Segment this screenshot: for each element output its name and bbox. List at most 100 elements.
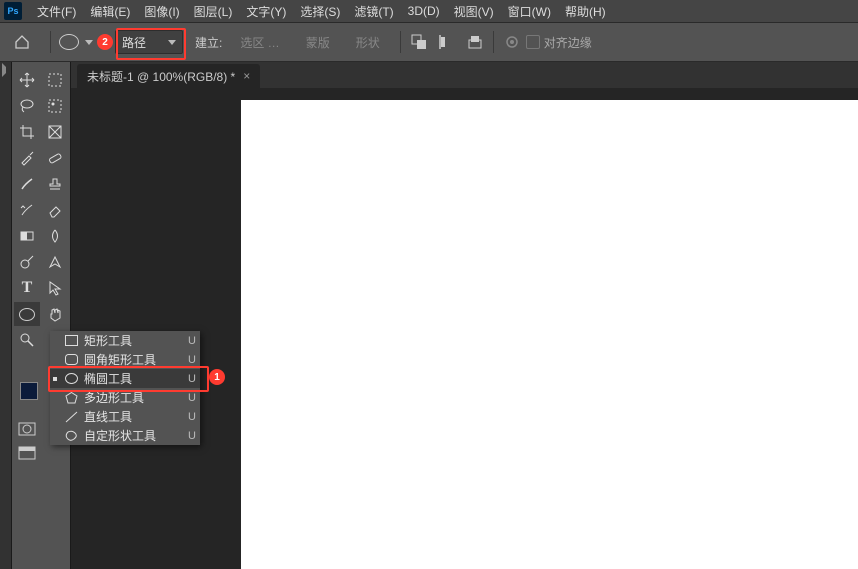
flyout-label: 直线工具 [84, 408, 184, 425]
make-selection-button[interactable]: 选区 … [230, 31, 289, 54]
pen-tool[interactable] [42, 250, 68, 274]
hand-tool[interactable] [42, 302, 68, 326]
document-tab-bar: 未标题-1 @ 100%(RGB/8) * × [71, 62, 858, 88]
flyout-label: 自定形状工具 [84, 427, 184, 444]
frame-icon [47, 124, 63, 140]
tool-preset[interactable] [55, 34, 83, 50]
path-select-tool[interactable] [42, 276, 68, 300]
menu-window[interactable]: 窗口(W) [501, 3, 558, 20]
flyout-shortcut: U [184, 392, 200, 404]
crop-icon [19, 124, 35, 140]
annotation-box-1 [48, 366, 209, 392]
move-tool[interactable] [14, 68, 40, 92]
screenmode-button[interactable] [18, 446, 36, 460]
fg-color[interactable] [20, 382, 38, 400]
quickmask-button[interactable] [18, 422, 36, 436]
annotation-badge-2: 2 [97, 34, 113, 50]
gradient-tool[interactable] [14, 224, 40, 248]
eyedropper-tool[interactable] [14, 146, 40, 170]
flyout-shortcut: U [184, 411, 200, 423]
arrange-icon [467, 34, 483, 50]
panel-collapse-strip[interactable] [0, 62, 12, 569]
overlap-icon [411, 34, 427, 50]
crop-tool[interactable] [14, 120, 40, 144]
separator [400, 31, 401, 53]
gradient-icon [19, 228, 35, 244]
menu-edit[interactable]: 编辑(E) [83, 3, 137, 20]
quickmask-icon [18, 422, 36, 436]
type-tool[interactable]: T [14, 276, 40, 300]
stamp-icon [47, 176, 63, 192]
brush-tool[interactable] [14, 172, 40, 196]
canvas[interactable] [241, 100, 858, 569]
arrow-icon [48, 280, 62, 296]
home-button[interactable] [10, 30, 34, 54]
path-align-button[interactable] [438, 33, 456, 51]
close-icon[interactable]: × [243, 69, 250, 83]
frame-tool[interactable] [42, 120, 68, 144]
path-arrange-button[interactable] [466, 33, 484, 51]
home-icon [14, 34, 30, 50]
annotation-box-2 [116, 28, 186, 60]
flyout-shortcut: U [184, 335, 200, 347]
menu-layer[interactable]: 图层(L) [187, 3, 240, 20]
ellipse-icon [19, 308, 35, 321]
menu-filter[interactable]: 滤镜(T) [347, 3, 400, 20]
pen-icon [47, 254, 63, 270]
drop-icon [47, 228, 63, 244]
app-logo: Ps [4, 2, 22, 20]
canvas-viewport[interactable] [71, 88, 858, 569]
lasso-icon [19, 98, 35, 114]
flyout-shortcut: U [184, 430, 200, 442]
flyout-label: 矩形工具 [84, 332, 184, 349]
eraser-icon [47, 202, 63, 218]
menu-type[interactable]: 文字(Y) [239, 3, 293, 20]
flyout-custom-shape[interactable]: 自定形状工具 U [50, 426, 200, 445]
color-swatches[interactable] [20, 382, 42, 404]
lasso-tool[interactable] [14, 94, 40, 118]
menu-image[interactable]: 图像(I) [137, 3, 186, 20]
document-title: 未标题-1 @ 100%(RGB/8) * [87, 68, 235, 85]
gear-button[interactable] [503, 33, 521, 51]
brush-icon [19, 176, 35, 192]
dodge-tool[interactable] [14, 250, 40, 274]
zoom-tool[interactable] [14, 328, 40, 352]
align-edges-label: 对齐边缘 [544, 34, 592, 51]
make-mask-button[interactable]: 蒙版 [296, 31, 340, 54]
separator [493, 31, 494, 53]
menu-3d[interactable]: 3D(D) [401, 4, 447, 18]
rounded-rect-icon [64, 353, 78, 367]
dodge-icon [19, 254, 35, 270]
separator [50, 31, 51, 53]
annotation-badge-1: 1 [209, 369, 225, 385]
menu-bar: Ps 文件(F) 编辑(E) 图像(I) 图层(L) 文字(Y) 选择(S) 滤… [0, 0, 858, 22]
menu-help[interactable]: 帮助(H) [558, 3, 613, 20]
establish-label: 建立: [195, 34, 222, 51]
menu-file[interactable]: 文件(F) [30, 3, 83, 20]
screen-icon [18, 446, 36, 460]
quick-select-tool[interactable] [42, 94, 68, 118]
align-edges-checkbox[interactable] [526, 35, 540, 49]
make-shape-button[interactable]: 形状 [346, 31, 390, 54]
path-ops-button[interactable] [410, 33, 428, 51]
eraser-tool[interactable] [42, 198, 68, 222]
stamp-tool[interactable] [42, 172, 68, 196]
custom-shape-icon [64, 429, 78, 443]
workspace: T ⋯ 矩形工具 U 圆角矩形工具 U 椭圆工具 U [0, 62, 858, 569]
menu-select[interactable]: 选择(S) [293, 3, 347, 20]
toolbar: T ⋯ 矩形工具 U 圆角矩形工具 U 椭圆工具 U [12, 62, 71, 569]
blur-tool[interactable] [42, 224, 68, 248]
history-brush-tool[interactable] [14, 198, 40, 222]
menu-view[interactable]: 视图(V) [447, 3, 501, 20]
options-bar: 2 路径 建立: 选区 … 蒙版 形状 对齐边缘 [0, 22, 858, 62]
tool-preset-chev[interactable] [83, 40, 95, 45]
flyout-rectangle[interactable]: 矩形工具 U [50, 331, 200, 350]
shape-tool[interactable] [14, 302, 40, 326]
flyout-line[interactable]: 直线工具 U [50, 407, 200, 426]
zoom-icon [19, 332, 35, 348]
heal-tool[interactable] [42, 146, 68, 170]
marquee-tool[interactable] [42, 68, 68, 92]
ellipse-icon [59, 34, 79, 50]
document-tab[interactable]: 未标题-1 @ 100%(RGB/8) * × [77, 64, 260, 88]
bandage-icon [47, 150, 63, 166]
